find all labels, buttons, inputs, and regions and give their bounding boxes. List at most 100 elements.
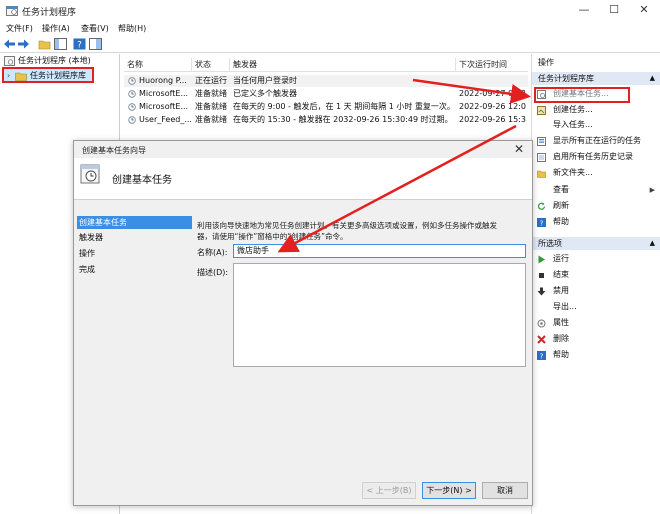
title-bar: 任务计划程序 — ☐ ✕ <box>0 0 660 22</box>
action-run[interactable]: 运行 <box>532 252 660 266</box>
action-new-folder[interactable]: 新文件夹... <box>532 166 660 180</box>
new-folder-icon <box>537 170 546 178</box>
minimize-button[interactable]: — <box>570 2 598 18</box>
menu-view[interactable]: 查看(V) <box>81 22 109 36</box>
stop-icon <box>539 273 544 278</box>
task-trigger: 在每天的 9:00 - 触发后，在 1 天 期间每隔 1 小时 重复一次。 <box>233 102 455 111</box>
wizard-task-icon <box>80 164 100 184</box>
task-name: MicrosoftE... <box>139 102 189 111</box>
action-help[interactable]: ? 帮助 <box>532 215 660 229</box>
task-clock-icon <box>128 116 136 124</box>
menu-action[interactable]: 操作(A) <box>42 22 70 36</box>
wizard-step-create[interactable]: 创建基本任务 <box>77 216 192 229</box>
show-hide-tree-icon[interactable] <box>54 38 67 50</box>
help-toolbar-icon[interactable]: ? <box>73 38 86 50</box>
collapse-arrow-icon[interactable]: ▲ <box>650 72 655 85</box>
collapse-arrow-icon[interactable]: ▲ <box>650 237 655 250</box>
task-trigger: 在每天的 15:30 - 触发器在 2032-09-26 15:30:49 时过… <box>233 115 453 124</box>
action-refresh[interactable]: 刷新 <box>532 199 660 213</box>
action-disable[interactable]: 禁用 <box>532 284 660 298</box>
delete-icon <box>537 335 546 344</box>
task-status: 准备就绪 <box>195 115 227 124</box>
action-label: 显示所有正在运行的任务 <box>553 136 641 145</box>
wizard-step-finish[interactable]: 完成 <box>77 263 192 276</box>
task-list: 名称 状态 触发器 下次运行时间 Huorong P... 正在运行 当任何用户… <box>124 58 528 138</box>
dialog-close-button[interactable]: ✕ <box>512 142 526 156</box>
folder-icon <box>15 72 27 81</box>
task-name-input[interactable]: 微店助手 <box>233 244 526 258</box>
cancel-button[interactable]: 取消 <box>482 482 528 499</box>
task-next-run: 2022-09-26 15:3 <box>459 115 526 124</box>
table-row[interactable]: User_Feed_... 准备就绪 在每天的 15:30 - 触发器在 203… <box>124 114 528 126</box>
highlight-box-create-basic-task <box>534 87 630 103</box>
wizard-step-action[interactable]: 操作 <box>77 247 192 260</box>
menu-file[interactable]: 文件(F) <box>6 22 33 36</box>
actions-section-library[interactable]: 任务计划程序库 ▲ <box>532 72 660 85</box>
task-status: 准备就绪 <box>195 102 227 111</box>
task-scheduler-icon <box>4 56 15 66</box>
toolbar: ? <box>0 36 660 53</box>
table-row[interactable]: Huorong P... 正在运行 当任何用户登录时 <box>124 75 528 87</box>
dialog-header: 创建基本任务 <box>74 158 532 200</box>
menu-help[interactable]: 帮助(H) <box>118 22 146 36</box>
action-label: 创建任务... <box>553 105 593 114</box>
close-window-button[interactable]: ✕ <box>630 2 658 18</box>
help-icon: ? <box>537 218 546 227</box>
action-label: 查看 <box>553 185 569 194</box>
running-tasks-icon <box>537 137 546 146</box>
forward-arrow-icon[interactable] <box>17 38 30 50</box>
next-button[interactable]: 下一步(N) > <box>422 482 476 499</box>
task-clock-icon <box>128 77 136 85</box>
action-export[interactable]: 导出... <box>532 300 660 314</box>
action-create-task[interactable]: 创建任务... <box>532 103 660 117</box>
table-row[interactable]: MicrosoftE... 准备就绪 在每天的 9:00 - 触发后，在 1 天… <box>124 101 528 113</box>
submenu-arrow-icon: ▶ <box>649 186 655 194</box>
task-name: MicrosoftE... <box>139 89 189 98</box>
folder-up-icon[interactable] <box>38 38 51 50</box>
action-delete[interactable]: 删除 <box>532 332 660 346</box>
actions-pane: 操作 任务计划程序库 ▲ 创建基本任务... 创建任务... 导入任务... 显… <box>531 54 660 514</box>
wizard-step-trigger[interactable]: 触发器 <box>77 231 192 244</box>
action-label: 运行 <box>553 254 569 263</box>
dialog-title: 创建基本任务向导 <box>82 146 146 155</box>
wizard-intro-line1: 利用该向导快速地为常见任务创建计划。有关更多高级选项或设置，例如多任务操作或触发 <box>197 221 497 230</box>
tree-item-library[interactable]: › 任务计划程序库 <box>2 67 94 83</box>
column-name[interactable]: 名称 <box>124 58 192 72</box>
action-label: 帮助 <box>553 217 569 226</box>
help-icon: ? <box>537 351 546 360</box>
show-action-pane-icon[interactable] <box>89 38 102 50</box>
action-label: 结束 <box>553 270 569 279</box>
action-show-running-tasks[interactable]: 显示所有正在运行的任务 <box>532 134 660 148</box>
svg-text:?: ? <box>77 41 82 51</box>
create-basic-task-wizard: 创建基本任务向导 ✕ 创建基本任务 创建基本任务 触发器 操作 完成 利用该向导… <box>73 140 533 506</box>
maximize-button[interactable]: ☐ <box>600 2 628 18</box>
back-button[interactable]: < 上一步(B) <box>362 482 416 499</box>
section-title: 所选项 <box>538 239 562 248</box>
action-label: 导出... <box>553 302 577 311</box>
action-help-selected[interactable]: ? 帮助 <box>532 348 660 362</box>
table-row[interactable]: MicrosoftE... 准备就绪 已定义多个触发器 2022-09-27 0… <box>124 88 528 100</box>
column-next-run[interactable]: 下次运行时间 <box>456 58 528 72</box>
task-trigger: 当任何用户登录时 <box>233 76 297 85</box>
task-name: Huorong P... <box>139 76 187 85</box>
svg-text:?: ? <box>540 220 544 228</box>
description-label: 描述(D): <box>197 268 229 277</box>
column-trigger[interactable]: 触发器 <box>230 58 456 72</box>
action-import-task[interactable]: 导入任务... <box>532 118 660 132</box>
task-name-value: 微店助手 <box>237 246 269 255</box>
back-arrow-icon[interactable] <box>3 38 16 50</box>
name-label: 名称(A): <box>197 248 228 257</box>
action-end[interactable]: 结束 <box>532 268 660 282</box>
history-icon <box>537 153 546 162</box>
task-description-textarea[interactable] <box>233 263 526 367</box>
actions-section-selected[interactable]: 所选项 ▲ <box>532 237 660 250</box>
action-enable-history[interactable]: 启用所有任务历史记录 <box>532 150 660 164</box>
column-status[interactable]: 状态 <box>192 58 230 72</box>
action-properties[interactable]: 属性 <box>532 316 660 330</box>
window-title: 任务计划程序 <box>22 8 77 18</box>
action-view[interactable]: 查看 ▶ <box>532 183 660 197</box>
action-label: 启用所有任务历史记录 <box>553 152 633 161</box>
create-task-icon <box>537 106 546 115</box>
chevron-right-icon[interactable]: › <box>7 70 10 82</box>
section-title: 任务计划程序库 <box>538 74 594 83</box>
